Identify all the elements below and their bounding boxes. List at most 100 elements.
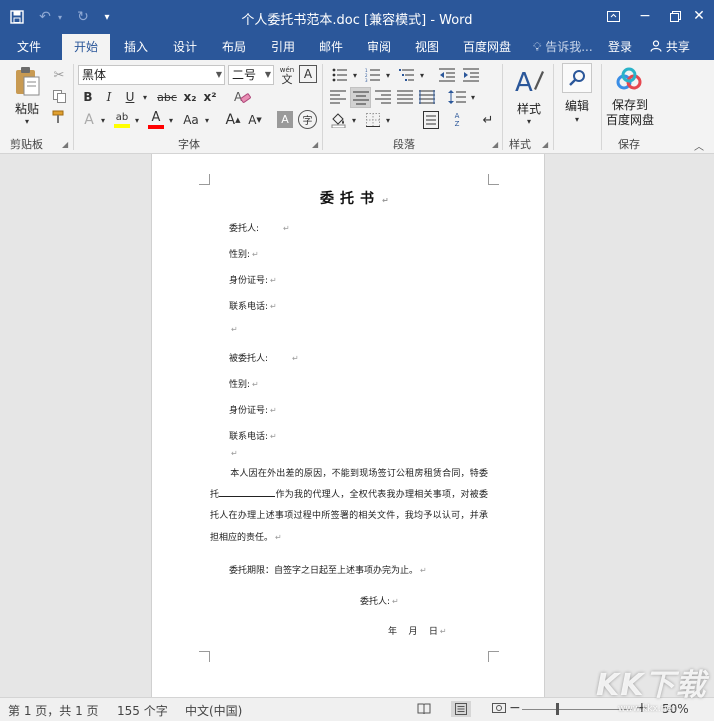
font-size-combo[interactable]: 二号 ▼ bbox=[228, 65, 274, 85]
enclose-characters-button[interactable]: 字 bbox=[298, 110, 317, 129]
multilevel-list-icon[interactable] bbox=[397, 65, 417, 85]
align-left-icon[interactable] bbox=[328, 87, 348, 107]
save-baidu-label[interactable]: 保存到 百度网盘 bbox=[604, 98, 656, 128]
numbering-dropdown-icon[interactable]: ▾ bbox=[383, 68, 393, 82]
group-divider bbox=[322, 64, 323, 150]
copy-icon[interactable] bbox=[50, 87, 68, 105]
increase-indent-icon[interactable] bbox=[461, 65, 481, 85]
underline-dropdown-icon[interactable]: ▾ bbox=[140, 90, 150, 104]
font-name-combo[interactable]: 黑体 ▼ bbox=[78, 65, 225, 85]
format-painter-icon[interactable] bbox=[50, 108, 68, 126]
show-marks-icon[interactable]: ↵ bbox=[478, 110, 498, 130]
superscript-button[interactable]: x² bbox=[201, 88, 219, 106]
subscript-button[interactable]: x₂ bbox=[181, 88, 199, 106]
tab-layout[interactable]: 布局 bbox=[214, 34, 254, 60]
tab-insert[interactable]: 插入 bbox=[116, 34, 156, 60]
collapse-ribbon-icon[interactable]: ︿ bbox=[694, 138, 704, 153]
tell-me-box[interactable]: 💡︎ 告诉我... bbox=[533, 34, 593, 60]
language-indicator[interactable]: 中文(中国) bbox=[185, 702, 242, 719]
word-count[interactable]: 155 个字 bbox=[117, 702, 168, 719]
styles-gallery-icon[interactable]: A bbox=[512, 64, 546, 98]
zoom-slider-thumb[interactable] bbox=[556, 703, 559, 715]
character-border-icon[interactable]: A bbox=[299, 65, 317, 83]
chinese-layout-icon[interactable] bbox=[421, 109, 441, 131]
undo-dropdown-icon[interactable]: ▾ bbox=[55, 6, 65, 28]
character-shading-button[interactable]: A bbox=[277, 111, 293, 128]
ribbon-tabs: 文件 开始 插入 设计 布局 引用 邮件 审阅 视图 百度网盘 💡︎ 告诉我..… bbox=[0, 34, 714, 60]
underline-button[interactable]: U bbox=[122, 88, 138, 106]
decrease-indent-icon[interactable] bbox=[437, 65, 457, 85]
shading-dropdown-icon[interactable]: ▾ bbox=[349, 113, 359, 127]
paragraph-launcher-icon[interactable]: ◢ bbox=[492, 140, 498, 149]
search-icon[interactable] bbox=[562, 63, 592, 93]
editing-label[interactable]: 编辑 bbox=[561, 97, 593, 114]
chevron-down-icon: ▼ bbox=[264, 70, 271, 79]
justify-icon[interactable] bbox=[395, 87, 415, 107]
document-area[interactable]: 委托书 ↵ 委托人: ↵ 性别: ↵ 身份证号: ↵ 联系电话: ↵ ↵ 被委托人: ↵ 性… bbox=[0, 154, 714, 697]
text-effects-icon[interactable]: A bbox=[80, 110, 98, 130]
page-count[interactable]: 第 1 页，共 1 页 bbox=[8, 702, 99, 719]
grow-font-button[interactable]: A ▲ bbox=[224, 110, 242, 130]
borders-icon[interactable] bbox=[363, 110, 383, 130]
save-icon[interactable] bbox=[8, 6, 26, 28]
share-button[interactable]: 共享 bbox=[646, 36, 690, 58]
change-case-dropdown-icon[interactable]: ▾ bbox=[202, 113, 212, 127]
change-case-button[interactable]: Aa bbox=[180, 110, 202, 130]
styles-dropdown-icon[interactable]: ▾ bbox=[523, 116, 535, 126]
highlight-swatch bbox=[114, 124, 130, 128]
distributed-icon[interactable] bbox=[417, 87, 437, 107]
paste-button[interactable] bbox=[10, 64, 44, 98]
print-layout-icon[interactable] bbox=[451, 701, 471, 717]
cut-icon[interactable]: ✂ bbox=[50, 66, 68, 84]
bullets-icon[interactable] bbox=[330, 65, 350, 85]
borders-dropdown-icon[interactable]: ▾ bbox=[383, 113, 393, 127]
text-effects-dropdown-icon[interactable]: ▾ bbox=[98, 113, 108, 127]
multilevel-dropdown-icon[interactable]: ▾ bbox=[417, 68, 427, 82]
tab-file[interactable]: 文件 bbox=[4, 34, 54, 60]
tab-mailings[interactable]: 邮件 bbox=[311, 34, 351, 60]
redo-icon[interactable]: ↻ bbox=[74, 6, 92, 28]
clipboard-launcher-icon[interactable]: ◢ bbox=[62, 140, 68, 149]
login-link[interactable]: 登录 bbox=[608, 34, 632, 60]
vertical-scrollbar[interactable] bbox=[702, 154, 714, 697]
phonetic-guide-button[interactable]: wén 文 bbox=[277, 64, 297, 86]
gender-line: 性别: ↵ bbox=[229, 250, 259, 260]
font-color-dropdown-icon[interactable]: ▾ bbox=[166, 113, 176, 127]
italic-button[interactable]: I bbox=[101, 88, 117, 106]
align-right-icon[interactable] bbox=[373, 87, 393, 107]
web-layout-icon[interactable] bbox=[489, 701, 509, 717]
customize-icon[interactable]: ▾ bbox=[100, 6, 114, 28]
highlight-dropdown-icon[interactable]: ▾ bbox=[132, 113, 142, 127]
ribbon-display-icon[interactable] bbox=[598, 4, 628, 28]
line-spacing-icon[interactable] bbox=[446, 87, 468, 107]
document-page[interactable]: 委托书 ↵ 委托人: ↵ 性别: ↵ 身份证号: ↵ 联系电话: ↵ ↵ 被委托人: ↵ 性… bbox=[151, 154, 545, 697]
tab-view[interactable]: 视图 bbox=[407, 34, 447, 60]
tab-design[interactable]: 设计 bbox=[165, 34, 205, 60]
strikethrough-button[interactable]: abc bbox=[155, 88, 179, 106]
font-color-button[interactable]: A bbox=[146, 109, 166, 131]
styles-launcher-icon[interactable]: ◢ bbox=[542, 140, 548, 149]
zoom-out-button[interactable]: − bbox=[509, 700, 521, 716]
editing-dropdown-icon[interactable]: ▾ bbox=[571, 114, 583, 124]
minimize-icon[interactable]: − bbox=[630, 4, 660, 28]
read-mode-icon[interactable] bbox=[414, 701, 434, 717]
sort-icon[interactable]: AZ bbox=[446, 109, 468, 131]
line-spacing-dropdown-icon[interactable]: ▾ bbox=[468, 90, 478, 104]
numbering-icon[interactable]: 123 bbox=[363, 65, 383, 85]
shading-icon[interactable] bbox=[329, 110, 349, 130]
clear-formatting-icon[interactable]: A bbox=[232, 87, 252, 107]
highlight-color-button[interactable]: ab bbox=[112, 109, 132, 131]
tab-review[interactable]: 审阅 bbox=[359, 34, 399, 60]
undo-icon[interactable]: ↶ bbox=[36, 6, 54, 28]
tab-baidu-netdisk[interactable]: 百度网盘 bbox=[456, 34, 518, 60]
tab-home[interactable]: 开始 bbox=[62, 34, 110, 60]
bold-button[interactable]: B bbox=[80, 88, 96, 106]
shrink-font-button[interactable]: A ▼ bbox=[246, 110, 264, 130]
baidu-cloud-icon[interactable] bbox=[613, 64, 645, 96]
paste-dropdown-icon[interactable]: ▾ bbox=[21, 116, 33, 126]
tab-references[interactable]: 引用 bbox=[263, 34, 303, 60]
close-icon[interactable]: ✕ bbox=[684, 4, 714, 28]
font-launcher-icon[interactable]: ◢ bbox=[312, 140, 318, 149]
bullets-dropdown-icon[interactable]: ▾ bbox=[350, 68, 360, 82]
align-center-icon[interactable] bbox=[350, 87, 371, 108]
